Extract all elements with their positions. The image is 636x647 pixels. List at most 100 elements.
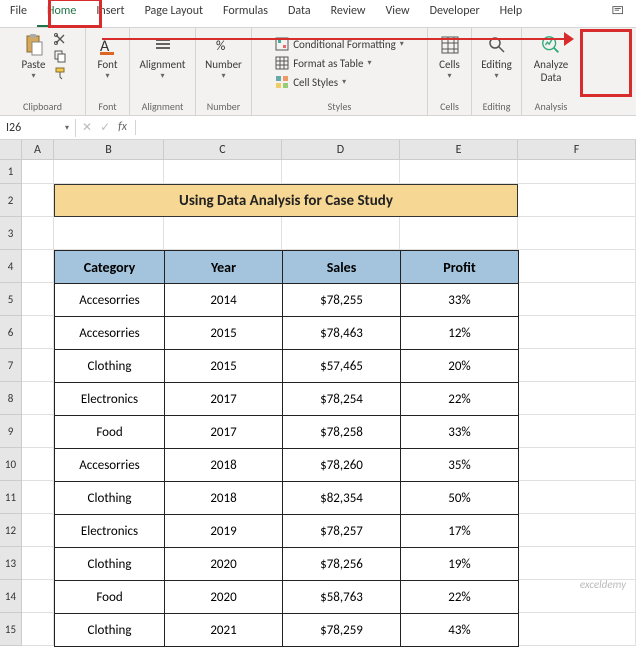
table-cell[interactable]: Clothing: [55, 350, 165, 383]
table-cell[interactable]: $78,258: [283, 416, 401, 449]
table-cell[interactable]: 33%: [401, 284, 519, 317]
row-header-6[interactable]: 6: [0, 316, 22, 349]
table-cell[interactable]: 17%: [401, 515, 519, 548]
table-header[interactable]: Sales: [283, 251, 401, 284]
name-box[interactable]: I26 ▾: [0, 119, 76, 137]
table-cell[interactable]: $78,257: [283, 515, 401, 548]
analyze-data-button[interactable]: Analyze Data: [530, 32, 572, 86]
format-painter-icon[interactable]: [53, 66, 67, 80]
col-header-E[interactable]: E: [400, 140, 518, 159]
table-cell[interactable]: 2018: [165, 482, 283, 515]
table-cell[interactable]: 2014: [165, 284, 283, 317]
table-cell[interactable]: $82,354: [283, 482, 401, 515]
table-cell[interactable]: $78,463: [283, 317, 401, 350]
table-cell[interactable]: 2020: [165, 581, 283, 614]
menu-page-layout[interactable]: Page Layout: [135, 0, 213, 27]
row-header-8[interactable]: 8: [0, 382, 22, 415]
row-header-4[interactable]: 4: [0, 250, 22, 283]
table-cell[interactable]: $58,763: [283, 581, 401, 614]
menu-view[interactable]: View: [376, 0, 420, 27]
paste-button[interactable]: Paste ▾: [18, 32, 50, 83]
font-button[interactable]: A Font ▾: [93, 32, 123, 83]
row-header-9[interactable]: 9: [0, 415, 22, 448]
fx-icon[interactable]: fx: [118, 120, 127, 135]
table-cell[interactable]: 43%: [401, 614, 519, 647]
table-cell[interactable]: 2015: [165, 350, 283, 383]
alignment-button[interactable]: Alignment ▾: [136, 32, 190, 83]
table-cell[interactable]: $78,255: [283, 284, 401, 317]
col-header-C[interactable]: C: [164, 140, 282, 159]
table-cell[interactable]: Food: [55, 581, 165, 614]
col-header-B[interactable]: B: [54, 140, 164, 159]
row-header-2[interactable]: 2: [0, 184, 22, 217]
conditional-formatting-button[interactable]: Conditional Formatting ▾: [273, 36, 406, 52]
formula-input[interactable]: [146, 121, 546, 135]
menu-help[interactable]: Help: [490, 0, 533, 27]
menu-review[interactable]: Review: [321, 0, 376, 27]
table-cell[interactable]: $57,465: [283, 350, 401, 383]
table-cell[interactable]: $78,256: [283, 548, 401, 581]
select-all-button[interactable]: [0, 140, 22, 159]
col-header-A[interactable]: A: [22, 140, 54, 159]
table-cell[interactable]: 2015: [165, 317, 283, 350]
col-header-D[interactable]: D: [282, 140, 400, 159]
editing-button[interactable]: Editing ▾: [477, 32, 516, 83]
row-header-13[interactable]: 13: [0, 547, 22, 580]
row-header-3[interactable]: 3: [0, 217, 22, 250]
table-cell[interactable]: 12%: [401, 317, 519, 350]
table-header[interactable]: Year: [165, 251, 283, 284]
table-cell[interactable]: Clothing: [55, 548, 165, 581]
row-header-5[interactable]: 5: [0, 283, 22, 316]
table-cell[interactable]: 22%: [401, 383, 519, 416]
menu-data[interactable]: Data: [278, 0, 321, 27]
table-cell[interactable]: 19%: [401, 548, 519, 581]
cut-icon[interactable]: [53, 32, 67, 46]
row-header-11[interactable]: 11: [0, 481, 22, 514]
table-cell[interactable]: Electronics: [55, 383, 165, 416]
table-cell[interactable]: $78,254: [283, 383, 401, 416]
table-cell[interactable]: Food: [55, 416, 165, 449]
table-cell[interactable]: 33%: [401, 416, 519, 449]
table-cell[interactable]: Accesorries: [55, 317, 165, 350]
table-header[interactable]: Profit: [401, 251, 519, 284]
table-cell[interactable]: Clothing: [55, 482, 165, 515]
table-cell[interactable]: Accesorries: [55, 284, 165, 317]
row-header-7[interactable]: 7: [0, 349, 22, 382]
table-cell[interactable]: 2018: [165, 449, 283, 482]
row-header-15[interactable]: 15: [0, 613, 22, 646]
row-header-14[interactable]: 14: [0, 580, 22, 613]
enter-formula-icon[interactable]: ✓: [100, 120, 110, 135]
menu-insert[interactable]: Insert: [86, 0, 134, 27]
table-cell[interactable]: Accesorries: [55, 449, 165, 482]
table-cell[interactable]: 50%: [401, 482, 519, 515]
menu-formulas[interactable]: Formulas: [213, 0, 278, 27]
table-cell[interactable]: 22%: [401, 581, 519, 614]
table-cell[interactable]: 2019: [165, 515, 283, 548]
table-cell[interactable]: 20%: [401, 350, 519, 383]
cells-area[interactable]: Using Data Analysis for Case Study Categ…: [22, 160, 636, 646]
table-cell[interactable]: 2021: [165, 614, 283, 647]
cancel-formula-icon[interactable]: ✕: [82, 120, 92, 135]
table-cell[interactable]: 2020: [165, 548, 283, 581]
table-cell[interactable]: Electronics: [55, 515, 165, 548]
table-cell[interactable]: Clothing: [55, 614, 165, 647]
table-cell[interactable]: 35%: [401, 449, 519, 482]
row-header-10[interactable]: 10: [0, 448, 22, 481]
col-header-F[interactable]: F: [518, 140, 636, 159]
cell-styles-button[interactable]: Cell Styles ▾: [273, 74, 348, 90]
row-header-12[interactable]: 12: [0, 514, 22, 547]
table-cell[interactable]: 2017: [165, 416, 283, 449]
menu-file[interactable]: File: [0, 0, 37, 27]
table-cell[interactable]: 2017: [165, 383, 283, 416]
menu-home[interactable]: Home: [37, 0, 86, 27]
copy-icon[interactable]: [53, 49, 67, 63]
cells-button[interactable]: Cells ▾: [435, 32, 465, 83]
row-header-1[interactable]: 1: [0, 160, 22, 184]
share-icon[interactable]: [602, 0, 636, 27]
menu-developer[interactable]: Developer: [420, 0, 490, 27]
table-cell[interactable]: $78,259: [283, 614, 401, 647]
number-button[interactable]: % Number ▾: [201, 32, 246, 83]
format-as-table-button[interactable]: Format as Table ▾: [273, 55, 373, 71]
table-cell[interactable]: $78,260: [283, 449, 401, 482]
table-header[interactable]: Category: [55, 251, 165, 284]
